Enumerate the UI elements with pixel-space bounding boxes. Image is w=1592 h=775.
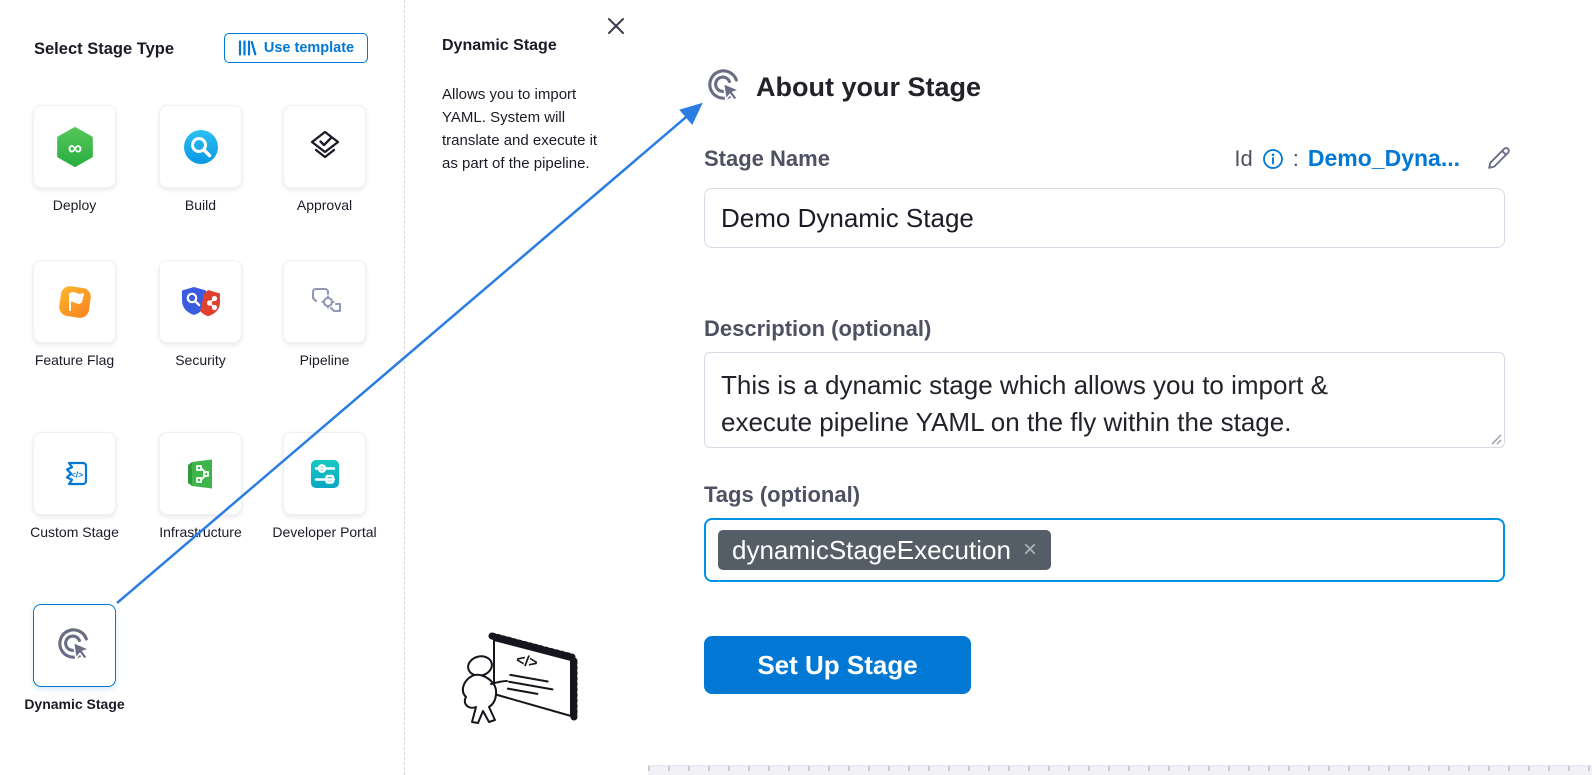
- stage-card-feature-flag[interactable]: [33, 260, 116, 343]
- tag-chip: dynamicStageExecution ×: [718, 530, 1051, 570]
- stage-name-label: Stage Name: [704, 146, 830, 172]
- stage-card-build[interactable]: [159, 105, 242, 188]
- stage-option-custom-stage[interactable]: </> Custom Stage: [13, 432, 136, 542]
- stage-option-security[interactable]: Security: [139, 260, 262, 370]
- svg-text:∞: ∞: [67, 137, 81, 159]
- stage-label-dynamic-stage: Dynamic Stage: [13, 696, 136, 714]
- stage-label-infrastructure: Infrastructure: [139, 524, 262, 542]
- deploy-icon: ∞: [54, 126, 96, 168]
- stage-option-infrastructure[interactable]: Infrastructure: [139, 432, 262, 542]
- stage-option-pipeline[interactable]: Pipeline: [263, 260, 386, 370]
- tags-label: Tags (optional): [704, 482, 860, 508]
- canvas-ruler-ticks: [648, 766, 1592, 771]
- stage-label-build: Build: [139, 197, 262, 215]
- stage-card-developer-portal[interactable]: [283, 432, 366, 515]
- feature-flag-icon: [55, 282, 95, 322]
- developer-portal-icon: [305, 454, 345, 494]
- stage-card-infrastructure[interactable]: [159, 432, 242, 515]
- dynamic-stage-icon: [704, 66, 746, 108]
- stage-label-deploy: Deploy: [13, 197, 136, 215]
- stage-label-feature-flag: Feature Flag: [13, 352, 136, 370]
- stage-card-pipeline[interactable]: [283, 260, 366, 343]
- description-field-wrap: This is a dynamic stage which allows you…: [704, 352, 1505, 448]
- info-panel-description: Allows you to import YAML. System will t…: [442, 83, 614, 175]
- stage-label-approval: Approval: [263, 197, 386, 215]
- pipeline-canvas-edge: [648, 765, 1592, 775]
- close-icon[interactable]: [605, 15, 627, 37]
- infrastructure-icon: [181, 454, 221, 494]
- stage-option-deploy[interactable]: ∞ Deploy: [13, 105, 136, 215]
- stage-card-approval[interactable]: [283, 105, 366, 188]
- stage-label-security: Security: [139, 352, 262, 370]
- template-library-icon: [238, 39, 257, 57]
- edit-id-pencil-icon[interactable]: [1485, 145, 1512, 172]
- stage-option-developer-portal[interactable]: Developer Portal: [263, 432, 386, 542]
- description-textarea[interactable]: This is a dynamic stage which allows you…: [704, 352, 1505, 448]
- id-colon: :: [1293, 146, 1299, 172]
- stage-label-custom-stage: Custom Stage: [13, 524, 136, 542]
- use-template-button[interactable]: Use template: [224, 33, 368, 63]
- use-template-label: Use template: [264, 40, 354, 56]
- stage-card-deploy[interactable]: ∞: [33, 105, 116, 188]
- description-label: Description (optional): [704, 316, 931, 342]
- custom-stage-icon: </>: [55, 454, 95, 494]
- stage-label-developer-portal: Developer Portal: [263, 524, 386, 542]
- tag-chip-label: dynamicStageExecution: [732, 535, 1011, 566]
- build-icon: [181, 127, 221, 167]
- tag-remove-icon[interactable]: ×: [1023, 538, 1037, 562]
- stage-option-build[interactable]: Build: [139, 105, 262, 215]
- dynamic-stage-icon: [54, 625, 96, 667]
- set-up-stage-button[interactable]: Set Up Stage: [704, 636, 971, 694]
- info-panel-title: Dynamic Stage: [442, 37, 557, 55]
- panel-title: Select Stage Type: [34, 40, 174, 59]
- stage-card-custom-stage[interactable]: </>: [33, 432, 116, 515]
- presentation-illustration: </>: [458, 626, 586, 734]
- pipeline-icon: [305, 282, 345, 322]
- code-glyph: </>: [70, 469, 82, 479]
- about-title: About your Stage: [756, 72, 981, 103]
- stage-setup-screen: Select Stage Type Use template ∞: [0, 0, 1592, 775]
- info-icon[interactable]: [1262, 148, 1284, 170]
- stage-id-value[interactable]: Demo_Dyna...: [1308, 145, 1460, 172]
- stage-id-group: Id : Demo_Dyna...: [1234, 145, 1512, 172]
- tags-input[interactable]: dynamicStageExecution ×: [704, 518, 1505, 582]
- panel-divider: [404, 0, 405, 775]
- stage-name-input[interactable]: [704, 188, 1505, 248]
- stage-card-security[interactable]: [159, 260, 242, 343]
- select-stage-type-panel: Select Stage Type Use template ∞: [0, 0, 404, 775]
- stage-option-dynamic-stage[interactable]: Dynamic Stage: [13, 604, 136, 714]
- approval-icon: [305, 127, 345, 167]
- security-icon: [180, 282, 222, 322]
- stage-label-pipeline: Pipeline: [263, 352, 386, 370]
- stage-option-feature-flag[interactable]: Feature Flag: [13, 260, 136, 370]
- stage-option-approval[interactable]: Approval: [263, 105, 386, 215]
- stage-card-dynamic-stage[interactable]: [33, 604, 116, 687]
- id-label: Id: [1234, 146, 1252, 172]
